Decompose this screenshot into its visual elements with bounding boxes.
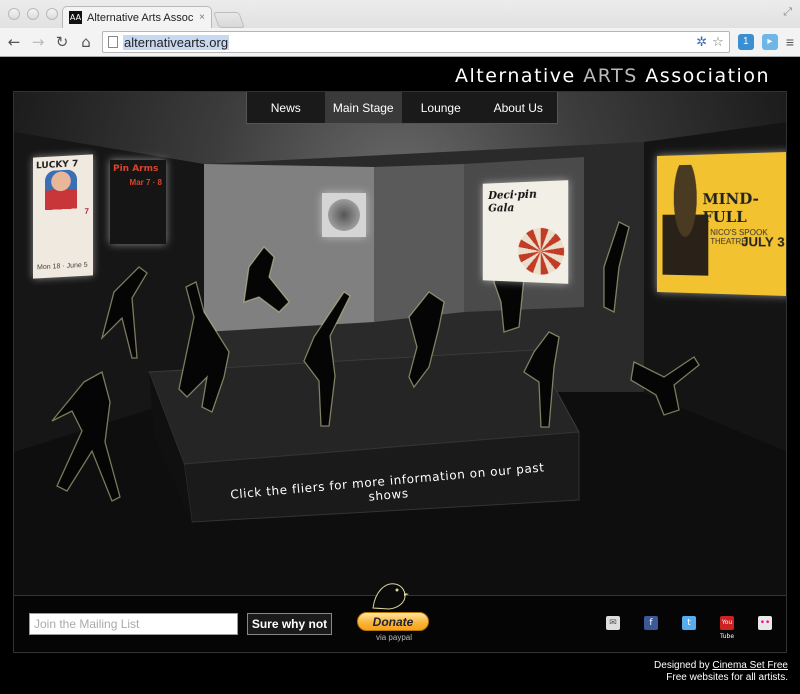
tab-title: Alternative Arts Association	[87, 11, 194, 24]
reload-icon[interactable]: ↻	[54, 33, 70, 51]
flier-roulette[interactable]: Deci·pin Gala	[482, 180, 569, 284]
tab-close-icon[interactable]: ×	[199, 12, 205, 23]
mailing-list-input[interactable]	[29, 613, 238, 635]
twitter-icon[interactable]: t	[682, 616, 696, 630]
roulette-wheel-image	[518, 227, 565, 276]
portrait-image	[328, 199, 360, 231]
bearded-man-image	[662, 164, 709, 276]
footer-bar: Sure why not Donate via paypal ✉ f t You…	[13, 583, 787, 653]
bookmark-star-icon[interactable]: ☆	[712, 35, 724, 50]
fullscreen-icon[interactable]: ⤢	[783, 6, 792, 19]
new-tab-button[interactable]	[213, 12, 245, 28]
browser-tab[interactable]: AA Alternative Arts Association ×	[62, 6, 212, 28]
close-window-button[interactable]	[8, 8, 20, 20]
forward-icon[interactable]: →	[30, 33, 46, 51]
center-alcove	[204, 164, 374, 332]
page-icon	[108, 36, 118, 48]
flier-center-alcove[interactable]	[322, 193, 366, 237]
page: Alternative ARTS Association News Main S…	[0, 57, 800, 694]
credits: Designed by Cinema Set Free Free website…	[654, 660, 788, 683]
main-nav: News Main Stage Lounge About Us	[246, 92, 558, 124]
youtube-icon[interactable]: You Tube	[720, 616, 734, 640]
extension-play-icon[interactable]: ▸	[761, 34, 778, 50]
main-stage-scene: News Main Stage Lounge About Us LUCKY 7 …	[13, 91, 787, 596]
back-icon[interactable]: ←	[6, 33, 22, 51]
center-alcove-depth	[374, 164, 464, 322]
address-url[interactable]: alternativearts.org	[123, 34, 230, 50]
minimize-window-button[interactable]	[27, 8, 39, 20]
pinup-figure-image	[45, 169, 77, 227]
facebook-icon[interactable]: f	[644, 616, 658, 630]
page-action-icon[interactable]: ✲	[696, 35, 707, 50]
email-icon[interactable]: ✉	[606, 616, 620, 630]
zoom-window-button[interactable]	[46, 8, 58, 20]
extension-ghost-icon[interactable]: 1	[737, 34, 754, 50]
site-title[interactable]: Alternative ARTS Association	[455, 65, 770, 87]
social-links: ✉ f t You Tube ••	[606, 616, 772, 640]
flier-lucky-7[interactable]: LUCKY 7 7 Mon 18 · June 5	[33, 154, 93, 279]
site-favicon-icon: AA	[69, 11, 82, 24]
menu-icon[interactable]: ≡	[786, 34, 794, 50]
donate-button[interactable]: Donate	[357, 612, 429, 631]
donate-subtitle: via paypal	[375, 633, 413, 642]
address-bar[interactable]: alternativearts.org ✲ ☆	[102, 31, 730, 53]
browser-chrome: AA Alternative Arts Association × ⤢ ← → …	[0, 0, 800, 57]
home-icon[interactable]: ⌂	[78, 33, 94, 51]
nav-main-stage[interactable]: Main Stage	[324, 92, 402, 123]
nav-lounge[interactable]: Lounge	[402, 92, 480, 123]
window-controls	[8, 8, 58, 20]
bird-logo-icon	[372, 583, 409, 610]
browser-toolbar: ← → ↻ ⌂ alternativearts.org ✲ ☆ 1 ▸ ≡	[0, 28, 800, 56]
nav-about-us[interactable]: About Us	[480, 92, 558, 123]
nav-news[interactable]: News	[247, 92, 325, 123]
cinema-set-free-link[interactable]: Cinema Set Free	[712, 660, 788, 671]
donate-widget: Donate via paypal	[354, 578, 434, 654]
flier-pin-arms[interactable]: Pin Arms Mar 7 · 8	[110, 160, 166, 244]
mailing-list-submit-button[interactable]: Sure why not	[247, 613, 332, 635]
flickr-icon[interactable]: ••	[758, 616, 772, 630]
flier-mind-full[interactable]: MIND-FULL JULY 3 NICO'S SPOOK THEATRE	[656, 151, 786, 297]
